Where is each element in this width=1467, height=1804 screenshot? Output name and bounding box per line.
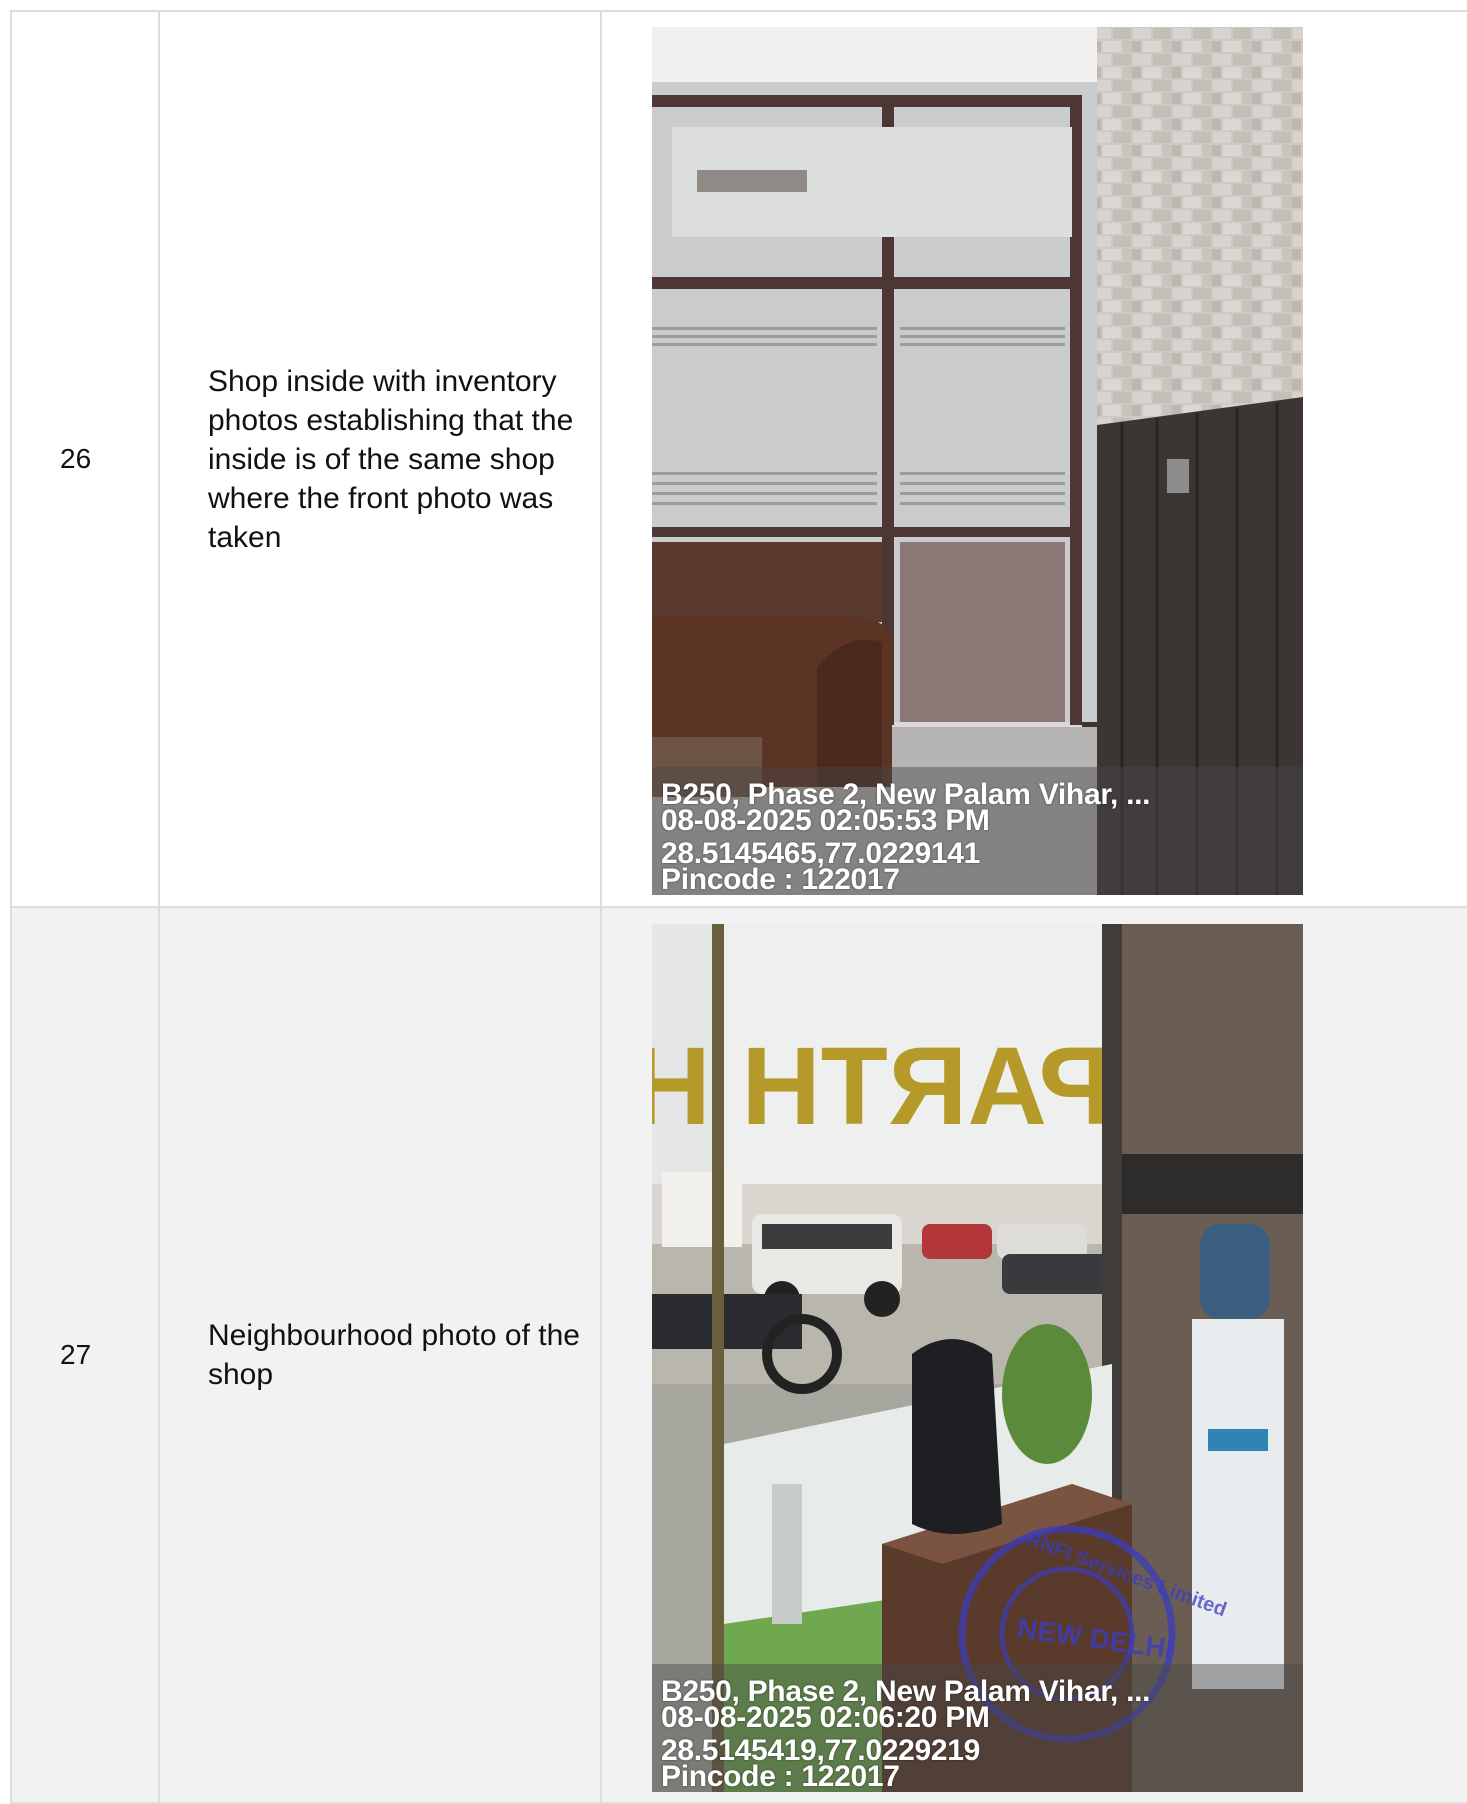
photo-geotag: B250, Phase 2, New Palam Vihar, ... 08-0…: [661, 1677, 1151, 1792]
description-cell: Neighbourhood photo of the shop: [158, 906, 602, 1804]
shop-interior-image: [652, 27, 1303, 895]
neighbourhood-photo: PARTH HOMZ: [652, 924, 1303, 1792]
row-number: 26: [60, 443, 92, 474]
row-number: 27: [60, 1339, 92, 1370]
table-row: 27 Neighbourhood photo of the shop PARTH…: [10, 906, 1467, 1804]
row-number-cell: 26: [10, 10, 160, 908]
photo-pincode: Pincode : 122017: [661, 863, 900, 895]
photo-datetime: 08-08-2025 02:05:53 PM: [661, 804, 990, 837]
description-cell: Shop inside with inventory photos establ…: [158, 10, 602, 908]
photo-pincode: Pincode : 122017: [661, 1760, 900, 1792]
row-description: Neighbourhood photo of the shop: [208, 1319, 580, 1391]
shop-interior-photo: B250, Phase 2, New Palam Vihar, ... 08-0…: [652, 27, 1303, 895]
photo-cell: B250, Phase 2, New Palam Vihar, ... 08-0…: [600, 10, 1467, 908]
photo-cell: PARTH HOMZ: [600, 906, 1467, 1804]
row-number-cell: 27: [10, 906, 160, 1804]
photo-datetime: 08-08-2025 02:06:20 PM: [661, 1701, 990, 1734]
photo-geotag: B250, Phase 2, New Palam Vihar, ... 08-0…: [661, 780, 1151, 895]
neighbourhood-image: PARTH HOMZ: [652, 924, 1303, 1792]
report-table: 26 Shop inside with inventory photos est…: [10, 10, 1467, 1804]
table-row: 26 Shop inside with inventory photos est…: [10, 10, 1467, 908]
row-description: Shop inside with inventory photos establ…: [208, 364, 574, 554]
